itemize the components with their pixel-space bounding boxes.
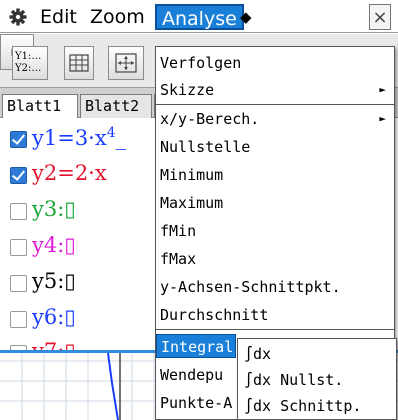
- menu-item-label: y-Achsen-Schnittpkt.: [160, 278, 341, 296]
- menu-item-fmin[interactable]: fMin: [156, 219, 394, 243]
- diamond-icon[interactable]: ◆: [240, 4, 252, 30]
- view-window-icon: [115, 53, 137, 73]
- menu-item-durchschnitt[interactable]: Durchschnitt: [156, 303, 394, 327]
- function-checkbox[interactable]: [10, 311, 27, 328]
- menu-item-verfolgen[interactable]: Verfolgen: [156, 51, 394, 75]
- menu-item-minimum[interactable]: Minimum: [156, 163, 394, 187]
- menu-item-label: Minimum: [160, 166, 224, 184]
- menu-item-nullstelle[interactable]: Nullstelle: [156, 135, 394, 159]
- menu-item-label: x/y-Berech.: [160, 110, 260, 128]
- submenu-item-integral-nullst[interactable]: ∫dx Nullst.: [238, 367, 396, 393]
- table-icon: [69, 54, 89, 72]
- yy-label-bottom: Y2:…: [15, 63, 42, 74]
- close-icon[interactable]: ×: [369, 4, 391, 30]
- menu-item-maximum[interactable]: Maximum: [156, 191, 394, 215]
- menu-zoom[interactable]: Zoom: [90, 4, 145, 30]
- menu-bar: Edit Zoom Analyse ◆ ×: [0, 0, 398, 33]
- function-checkbox[interactable]: [10, 239, 27, 256]
- function-expr: y1=3·x: [32, 126, 107, 150]
- yy-label-top: Y1:…: [15, 51, 42, 62]
- table-button[interactable]: [64, 46, 94, 80]
- menu-item-label: Wendepu: [160, 366, 224, 384]
- function-checkbox[interactable]: [10, 275, 27, 292]
- function-checkbox[interactable]: [10, 167, 27, 184]
- menu-item-label: Nullstelle: [160, 138, 251, 156]
- menu-item-skizze[interactable]: Skizze ►: [156, 78, 394, 102]
- menu-item-y-achsen-schnittpkt[interactable]: y-Achsen-Schnittpkt.: [156, 275, 394, 299]
- function-exponent: 4: [106, 125, 116, 141]
- function-list-button[interactable]: Y1:… Y2:…: [12, 46, 48, 80]
- menu-item-fmax[interactable]: fMax: [156, 247, 394, 271]
- menu-item-label: fMax: [160, 250, 197, 268]
- function-label[interactable]: y5:▯: [32, 269, 76, 293]
- function-checkbox[interactable]: [10, 131, 27, 148]
- function-checkbox[interactable]: [10, 203, 27, 220]
- menu-item-xy-berech[interactable]: x/y-Berech. ►: [156, 107, 394, 131]
- menu-item-integral[interactable]: Integral: [156, 334, 236, 358]
- function-label[interactable]: y2=2·x: [32, 161, 107, 185]
- menu-edit[interactable]: Edit: [40, 4, 77, 30]
- integral-submenu: ∫dx ∫dx Nullst. ∫dx Schnittp.: [237, 338, 397, 420]
- view-window-button[interactable]: [108, 46, 144, 80]
- tab-blatt1[interactable]: Blatt1: [2, 94, 78, 118]
- submenu-arrow-icon: ►: [379, 83, 386, 96]
- function-label[interactable]: y6:▯: [32, 305, 76, 329]
- menu-divider: [156, 104, 394, 105]
- gear-icon[interactable]: [8, 4, 30, 30]
- menu-item-label: Punkte-A: [160, 394, 233, 412]
- submenu-item-integral-schnittp[interactable]: ∫dx Schnittp.: [238, 393, 396, 419]
- curve-y1: [107, 353, 119, 420]
- menu-divider: [156, 329, 394, 330]
- menu-item-label: Durchschnitt: [160, 306, 269, 324]
- tab-blatt2[interactable]: Blatt2: [80, 94, 152, 118]
- function-label[interactable]: y3:▯: [32, 197, 76, 221]
- menu-item-label: fMin: [160, 222, 197, 240]
- function-label[interactable]: y4:▯: [32, 233, 76, 257]
- menu-item-label: Maximum: [160, 194, 224, 212]
- gear-icon-svg: [9, 8, 27, 26]
- submenu-item-integral-dx[interactable]: ∫dx: [238, 341, 396, 367]
- function-label[interactable]: y1=3·x4_: [32, 125, 126, 150]
- menu-item-label: Integral: [161, 338, 234, 356]
- menu-item-label: Verfolgen: [160, 54, 242, 72]
- menu-item-label: Skizze: [160, 81, 215, 99]
- submenu-arrow-icon: ►: [379, 112, 386, 125]
- menu-analyse[interactable]: Analyse: [155, 4, 244, 30]
- function-expr-tail: _: [115, 126, 127, 150]
- function-label[interactable]: y7:▯: [32, 339, 76, 350]
